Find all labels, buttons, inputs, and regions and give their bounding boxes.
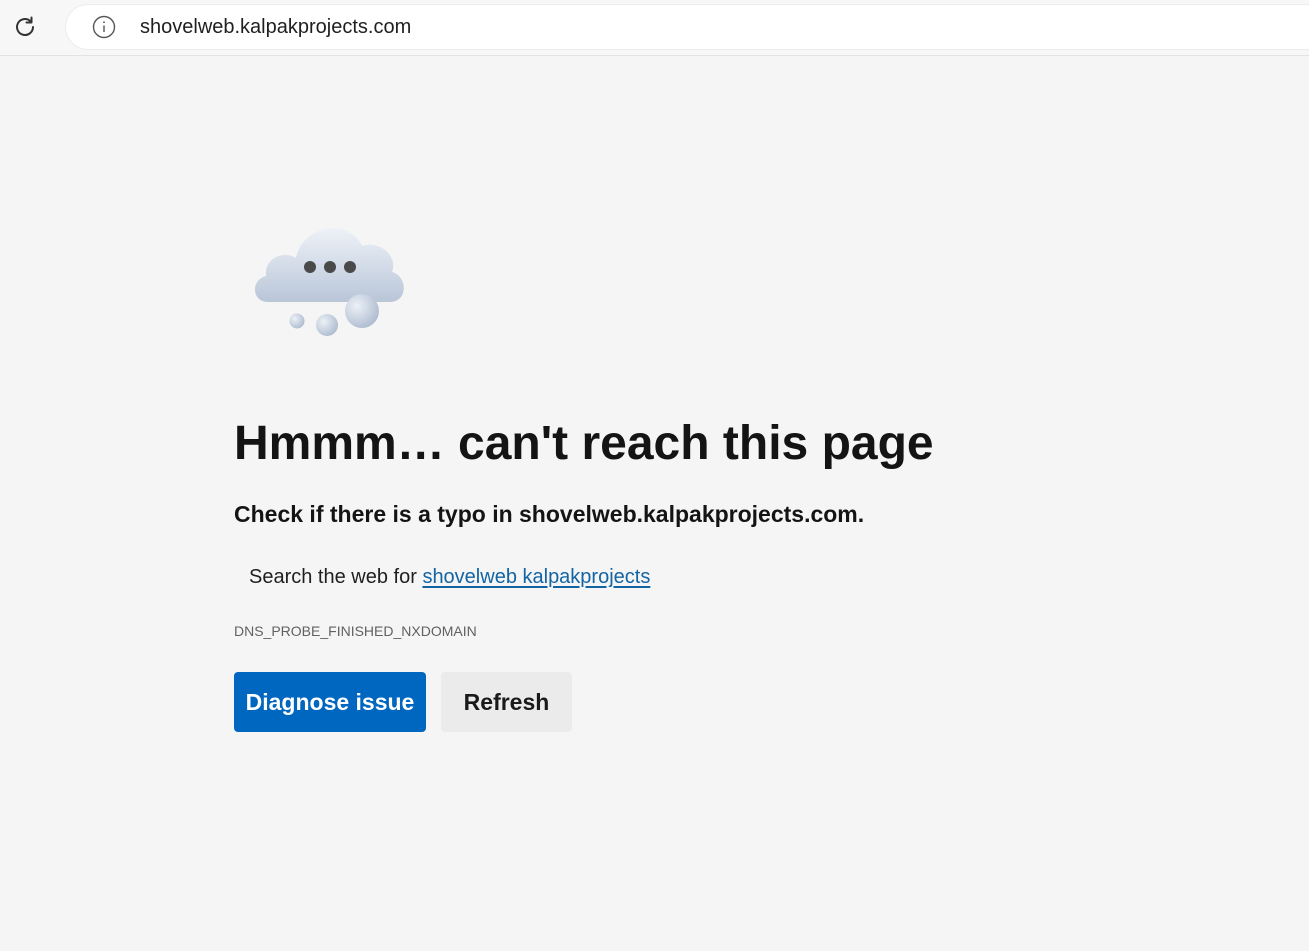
error-code: DNS_PROBE_FINISHED_NXDOMAIN: [234, 623, 477, 639]
search-link[interactable]: shovelweb kalpakprojects: [422, 566, 650, 588]
reload-button[interactable]: [8, 10, 42, 44]
diagnose-issue-button[interactable]: Diagnose issue: [234, 672, 426, 732]
error-message: Check if there is a typo in shovelweb.ka…: [234, 501, 865, 527]
browser-toolbar: shovelweb.kalpakprojects.com: [0, 0, 1309, 56]
error-title: Hmmm… can't reach this page: [234, 417, 934, 470]
cloud-thinking-icon: [248, 212, 412, 342]
search-prefix-text: Search the web for: [249, 566, 417, 588]
refresh-button[interactable]: Refresh: [441, 672, 572, 732]
reload-icon: [16, 16, 34, 36]
address-bar[interactable]: shovelweb.kalpakprojects.com: [66, 5, 1309, 49]
url-text[interactable]: shovelweb.kalpakprojects.com: [140, 16, 411, 39]
info-icon[interactable]: [92, 15, 116, 39]
search-suggestion: Search the web for shovelweb kalpakproje…: [249, 563, 650, 591]
